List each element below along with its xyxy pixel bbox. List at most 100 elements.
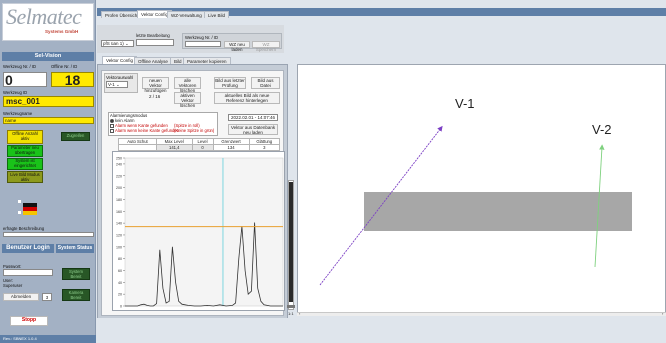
offline-count-status: Offline Anzahl aktiv <box>7 130 43 144</box>
tab-vektor-config-sub[interactable]: Vektor Config <box>102 56 138 64</box>
user-value: Superuser <box>3 283 23 288</box>
last-check-image-button[interactable]: Bild aus letzter Prüfung <box>214 77 246 89</box>
vector-v2-label: V-2 <box>592 122 612 137</box>
chart-y-tick-label: 60 <box>118 269 122 273</box>
tool-name-label: Werkzeugname <box>3 111 33 116</box>
tool-name-value: name <box>3 117 94 124</box>
vector-overlay-svg: V-1 V-2 <box>319 96 632 286</box>
chart-y-tick-label: 220 <box>116 174 122 178</box>
tab-offline-analyse[interactable]: Offline Analyse <box>134 57 172 64</box>
last-edit-field <box>136 39 174 46</box>
left-panel: Selmatec Systems GmbH Sel-Vision Werkzeu… <box>0 0 96 343</box>
smoothing-input[interactable]: 3 <box>248 144 281 151</box>
vector-select-label: Vektorauswahl <box>106 75 134 80</box>
chart-y-tick-label: 140 <box>116 222 122 226</box>
tool-no-label: Werkzeug Nr. / ID <box>3 64 36 69</box>
save-tool-button[interactable]: WZ Speichern <box>252 41 280 52</box>
tool-no-input[interactable] <box>185 41 221 47</box>
zoom-slider-fill <box>289 182 293 302</box>
tab-wz-verwaltung[interactable]: WZ-Verwaltung <box>167 11 206 18</box>
chart-y-tick-label: 160 <box>116 210 122 214</box>
chart-y-tick-label: 0 <box>120 305 122 309</box>
flag-indicator-icon-2 <box>18 211 21 214</box>
system-ready-status: System Bereit <box>62 268 90 280</box>
histogram-chart: 0 20 40 60 80 100 120 140 160 180 200 220 240 250 <box>112 151 285 311</box>
password-input[interactable] <box>3 269 53 276</box>
chart-y-tick-label: 20 <box>118 293 122 297</box>
checkbox-icon <box>110 128 114 133</box>
section-title: Sel-Vision <box>2 52 94 61</box>
vector-count: 2 / 16 <box>149 94 161 99</box>
tool-no-group-label: Werkzeug Nr. / ID <box>185 35 218 40</box>
horizontal-scrollbar[interactable] <box>297 312 666 316</box>
chart-y-tick-label: 80 <box>118 257 122 261</box>
version-footer: Rev.: SBNEX 1.0.4 <box>0 335 96 343</box>
level-value: 0 <box>191 144 214 151</box>
parameter-status: Parameter neu übertragen <box>7 145 43 157</box>
reload-tool-button[interactable]: WZ neu laden <box>224 41 250 52</box>
flag-indicator-icon <box>18 200 21 203</box>
vector-v1-label: V-1 <box>455 96 475 111</box>
offline-no-label: Offline Nr. / ID <box>51 64 78 69</box>
zoom-slider-handle[interactable] <box>287 305 295 308</box>
stop-button[interactable]: Stopp <box>10 316 48 326</box>
zoom-level: 1:1 <box>288 311 294 316</box>
alarm-option-notfound-note: (Keine Spitze in grün) <box>174 128 215 133</box>
chart-y-tick-label: 240 <box>116 162 122 166</box>
tool-desc-label: erfragte Beschreibung <box>3 226 45 231</box>
last-edit-label: letzte Bearbeitung <box>136 33 170 38</box>
alarm-option-notfound-label: Alarm wenn keine Kante gefunden <box>115 128 180 133</box>
scroll-left-icon[interactable]: ‹ <box>299 312 300 316</box>
timestamp-field: 2022.02.01 - 14:07:46 <box>228 114 278 121</box>
vector-image-view[interactable]: V-1 V-2 <box>297 64 666 316</box>
scroll-right-icon[interactable]: › <box>662 312 663 316</box>
tool-desc-field <box>3 232 94 237</box>
measure-table: Auto Schut Max Level Level Grenzwert Glä… <box>118 138 281 151</box>
access-status: Zugreifen <box>61 132 90 141</box>
set-reference-button[interactable]: aktuelles Bild als neue Referenz hinterl… <box>214 92 280 104</box>
camera-ready-status: Kamera Bereit <box>62 289 90 301</box>
german-flag-icon[interactable] <box>23 203 37 215</box>
new-vector-button[interactable]: neuen Vektor hinzufügen <box>142 77 169 93</box>
tab-parameter-kopieren[interactable]: Parameter kopieren <box>183 57 231 64</box>
company-logo: Selmatec Systems GmbH <box>2 3 94 41</box>
chart-y-tick-label: 200 <box>116 186 122 190</box>
user-level: 3 <box>42 293 52 301</box>
image-from-file-button[interactable]: Bild aus Datei <box>251 77 280 89</box>
chevron-down-icon: ⌄ <box>125 41 129 46</box>
tool-no-value: 0 <box>3 72 47 87</box>
auto-schut-value <box>118 144 157 151</box>
chart-y-tick-label: 100 <box>116 245 122 249</box>
logout-button[interactable]: Abmelden <box>3 293 39 301</box>
chart-y-tick-label: 180 <box>116 198 122 202</box>
reload-vector-db-button[interactable]: Vektor aus Datenbank neu laden <box>228 124 278 135</box>
live-image-status: Live Bild Modus aktiv <box>7 171 43 183</box>
logo-subtitle: Systems GmbH <box>45 29 79 34</box>
delete-active-vector-button[interactable]: aktiven Vektor löschen <box>174 92 201 108</box>
chart-y-tick-label: 120 <box>116 233 122 237</box>
chart-y-tick-label: 40 <box>118 281 122 285</box>
system-status: System ist eingerichtet <box>7 158 43 170</box>
delete-all-vectors-button[interactable]: alle Vektoren löschen <box>174 77 201 93</box>
tool-select-value: pfS üan 1) <box>103 41 124 46</box>
max-level-value: 141,4 <box>155 144 193 151</box>
measure-value-row: 141,4 0 134 3 <box>118 144 281 151</box>
logo-brand: Selmatec <box>6 4 82 29</box>
chart-plot-area <box>124 157 284 307</box>
tool-id-label: Werkzeug ID <box>3 90 28 95</box>
login-title: Benutzer Login <box>2 244 54 253</box>
histogram-svg: 0 20 40 60 80 100 120 140 160 180 200 220 240250 <box>116 157 284 309</box>
bottom-area <box>97 318 666 343</box>
tab-live-bild[interactable]: Live Bild <box>204 11 230 18</box>
detected-part-rectangle <box>364 192 632 231</box>
alarm-option-notfound[interactable]: Alarm wenn keine Kante gefunden <box>110 128 179 133</box>
vector-select-value: V-1 <box>108 82 115 87</box>
vector-select[interactable]: V-1 ⌄ <box>106 81 128 88</box>
offline-no-value: 18 <box>51 72 94 87</box>
tool-id-value: msc_001 <box>3 96 94 107</box>
tool-select[interactable]: pfS üan 1) ⌄ <box>101 40 134 47</box>
threshold-input[interactable]: 134 <box>212 144 250 151</box>
chevron-down-icon: ⌄ <box>116 82 120 87</box>
system-status-title: System Status <box>56 244 94 253</box>
chart-y-tick-label: 250 <box>116 157 122 161</box>
